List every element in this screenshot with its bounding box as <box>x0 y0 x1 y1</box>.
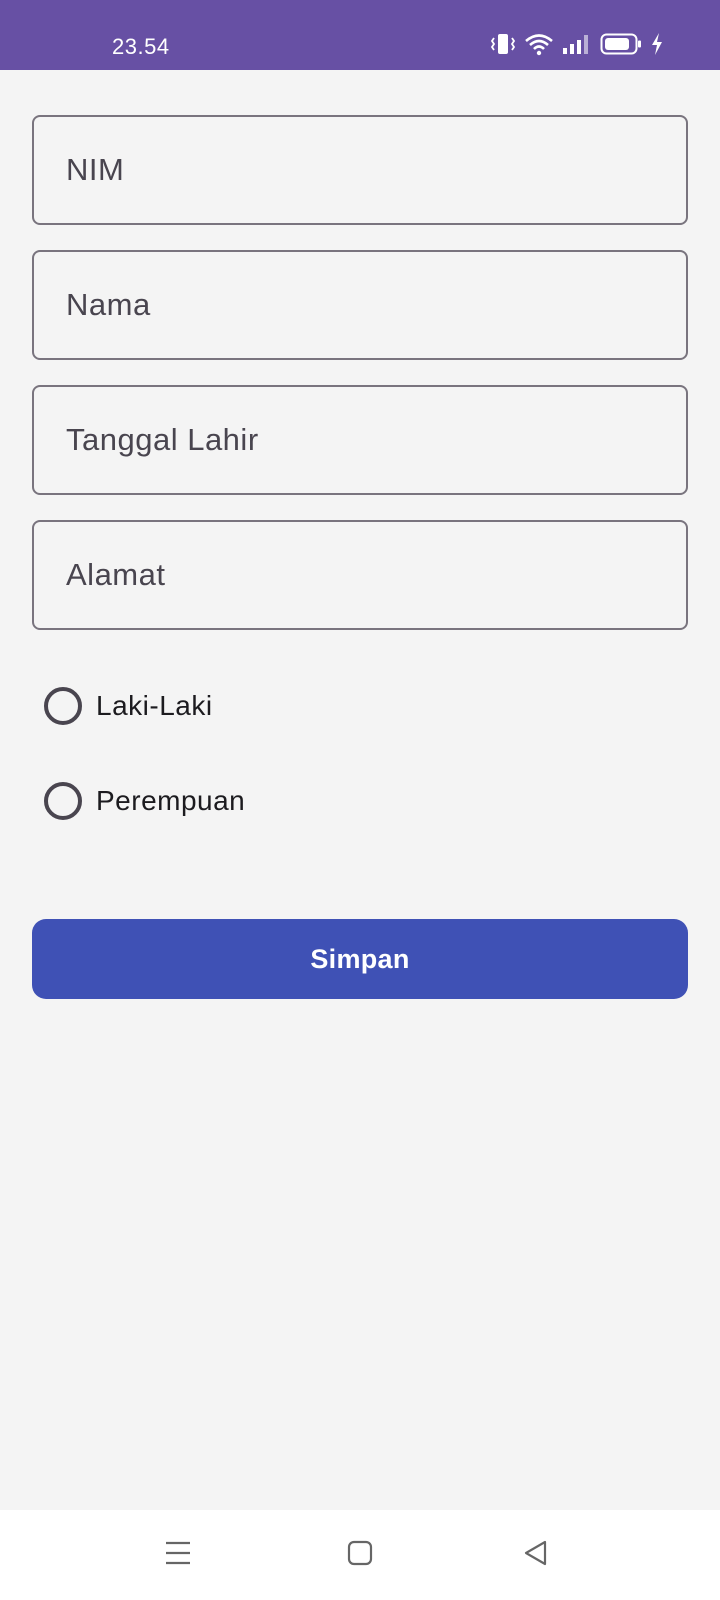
wifi-icon <box>524 32 554 56</box>
nim-field[interactable] <box>32 115 688 225</box>
save-button[interactable]: Simpan <box>32 919 688 999</box>
radio-label-laki-laki: Laki-Laki <box>96 690 213 721</box>
home-icon <box>347 1540 373 1571</box>
alamat-input[interactable] <box>34 522 686 628</box>
navigation-bar <box>0 1510 720 1600</box>
radio-label-perempuan: Perempuan <box>96 785 246 816</box>
menu-icon <box>165 1540 191 1571</box>
radio-perempuan[interactable]: Perempuan <box>44 782 245 820</box>
charging-icon <box>650 32 664 56</box>
alamat-field[interactable] <box>32 520 688 630</box>
radio-button-laki-laki[interactable] <box>44 687 82 725</box>
battery-icon <box>600 32 642 56</box>
tanggal-lahir-field[interactable] <box>32 385 688 495</box>
form-content: Laki-Laki Perempuan Simpan <box>0 70 720 1510</box>
status-icons <box>490 32 664 56</box>
status-bar: 23.54 <box>0 0 720 70</box>
back-icon <box>523 1540 549 1571</box>
home-button[interactable] <box>330 1530 390 1580</box>
signal-icon <box>562 33 592 55</box>
nama-input[interactable] <box>34 252 686 358</box>
menu-button[interactable] <box>148 1530 208 1580</box>
vibrate-icon <box>490 32 516 56</box>
tanggal-lahir-input[interactable] <box>34 387 686 493</box>
nim-input[interactable] <box>34 117 686 223</box>
nama-field[interactable] <box>32 250 688 360</box>
radio-laki-laki[interactable]: Laki-Laki <box>44 687 213 725</box>
radio-button-perempuan[interactable] <box>44 782 82 820</box>
back-button[interactable] <box>506 1530 566 1580</box>
status-time: 23.54 <box>112 34 170 59</box>
